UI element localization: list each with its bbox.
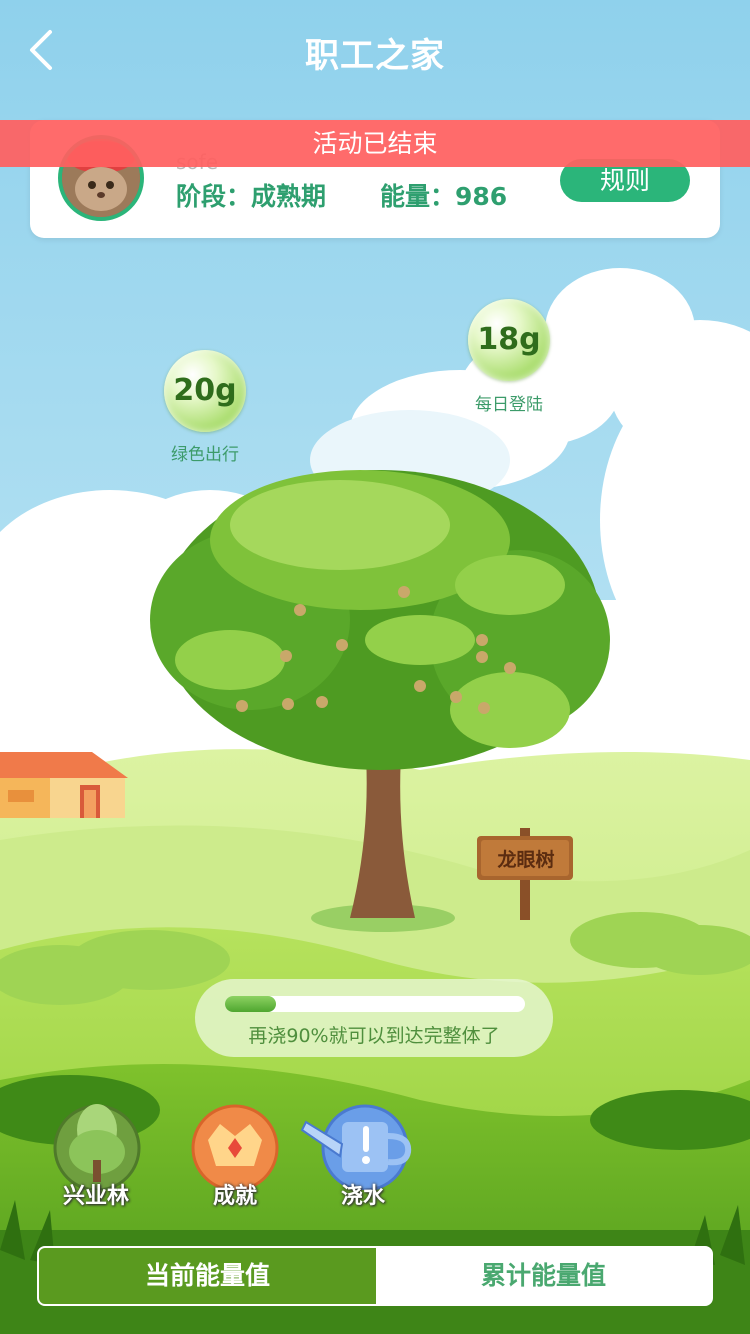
- energy-tabs: 当前能量值 累计能量值: [37, 1246, 713, 1306]
- energy-bubble-green-travel[interactable]: 20g: [164, 350, 246, 432]
- watering-can-icon: [300, 1104, 412, 1192]
- crown-icon: [191, 1104, 279, 1192]
- page-title: 职工之家: [305, 36, 445, 76]
- tree-sign: 龙眼树: [497, 849, 555, 871]
- water-button-label: 浇水: [340, 1184, 385, 1209]
- energy-text: 能量：986: [380, 182, 508, 211]
- energy-bubble-label: 每日登陆: [475, 395, 543, 415]
- forest-icon: [53, 1104, 141, 1192]
- achievement-button-label: 成就: [212, 1184, 257, 1209]
- progress-fill: [225, 996, 276, 1012]
- stage-text: 阶段：成熟期: [176, 182, 327, 211]
- tab-total-energy[interactable]: 累计能量值: [376, 1248, 711, 1304]
- activity-ended-banner: 活动已结束: [0, 120, 750, 167]
- progress-text: 再浇90%就可以到达完整体了: [248, 1025, 500, 1047]
- tab-current-energy[interactable]: 当前能量值: [39, 1248, 376, 1304]
- forest-button-label: 兴业林: [62, 1184, 129, 1209]
- energy-bubble-daily-login[interactable]: 18g: [468, 299, 550, 381]
- energy-bubble-label: 绿色出行: [171, 445, 239, 465]
